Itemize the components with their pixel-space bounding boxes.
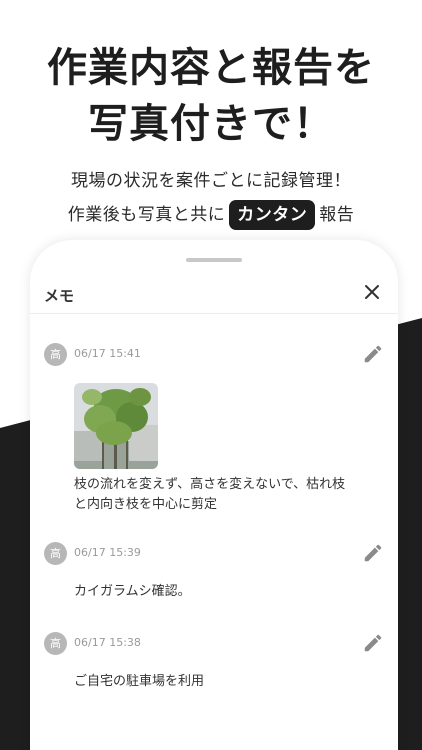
subheadline-line-1: 現場の状況を案件ごとに記録管理！ bbox=[71, 171, 351, 191]
highlight-pill: カンタン bbox=[229, 200, 316, 230]
pencil-icon bbox=[364, 345, 382, 363]
avatar: 高 bbox=[44, 343, 67, 366]
entry-text-line: 枝の流れを変えず、高さを変えないで、枯れ枝 bbox=[74, 477, 346, 492]
edit-button[interactable] bbox=[362, 542, 384, 564]
phone-memo-sheet: メモ 高 06/17 15:41 枝の流れを変えず、高さを変えないで、枯れ枝 と… bbox=[30, 240, 398, 750]
entry-text-line: ご自宅の駐車場を利用 bbox=[74, 674, 205, 689]
photo-thumbnail[interactable] bbox=[74, 383, 158, 469]
entry-text-line: カイガラムシ確認。 bbox=[74, 584, 191, 599]
tree-photo bbox=[74, 383, 158, 469]
close-button[interactable] bbox=[360, 280, 384, 304]
headline-line-2: 写真付きで！ bbox=[88, 101, 334, 147]
entry-timestamp: 06/17 15:38 bbox=[74, 636, 141, 649]
entry-timestamp: 06/17 15:39 bbox=[74, 546, 141, 559]
edit-button[interactable] bbox=[362, 343, 384, 365]
pencil-icon bbox=[364, 634, 382, 652]
avatar: 高 bbox=[44, 542, 67, 565]
subheadline-suffix: 報告 bbox=[319, 205, 355, 225]
subheadline-prefix: 作業後も写真と共に bbox=[67, 205, 226, 225]
avatar: 高 bbox=[44, 632, 67, 655]
entry-timestamp: 06/17 15:41 bbox=[74, 347, 141, 360]
pencil-icon bbox=[364, 544, 382, 562]
memo-header: メモ bbox=[30, 280, 398, 314]
entry-text-line: と内向き枝を中心に剪定 bbox=[74, 497, 218, 512]
entry-text: 枝の流れを変えず、高さを変えないで、枯れ枝 と内向き枝を中心に剪定 bbox=[74, 475, 364, 515]
memo-title: メモ bbox=[44, 287, 75, 305]
entry-text: カイガラムシ確認。 bbox=[74, 582, 364, 602]
headline-line-1: 作業内容と報告を bbox=[47, 45, 375, 91]
subheadline-line-2: 作業後も写真と共に カンタン 報告 bbox=[0, 198, 422, 232]
close-icon bbox=[365, 285, 379, 299]
drag-handle[interactable] bbox=[186, 258, 242, 262]
entry-text: ご自宅の駐車場を利用 bbox=[74, 672, 364, 692]
edit-button[interactable] bbox=[362, 632, 384, 654]
promo-banner: 作業内容と報告を 写真付きで！ 現場の状況を案件ごとに記録管理！ 作業後も写真と… bbox=[0, 0, 422, 232]
